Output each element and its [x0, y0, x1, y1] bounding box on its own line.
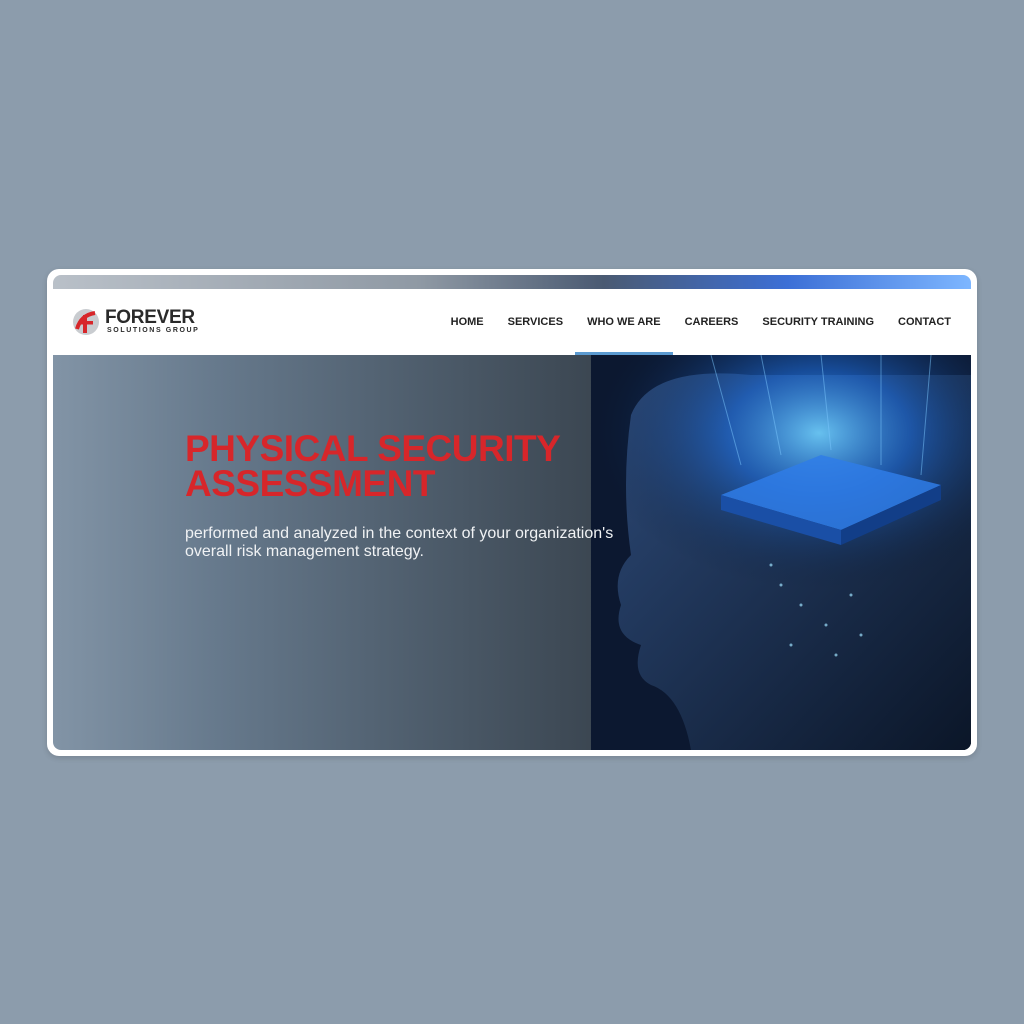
nav-item-home[interactable]: HOME [439, 289, 496, 355]
main-nav: HOME SERVICES WHO WE ARE CAREERS SECURIT… [439, 289, 963, 355]
site-header: FOREVER SOLUTIONS GROUP HOME SERVICES WH… [53, 289, 971, 355]
hero-subtitle: performed and analyzed in the context of… [185, 525, 614, 560]
digital-head-illustration [591, 355, 971, 750]
brand-name: FOREVER [105, 307, 195, 328]
logo-mark-icon [73, 309, 99, 335]
nav-item-careers[interactable]: CAREERS [673, 289, 751, 355]
hero-banner: PHYSICAL SECURITY ASSESSMENT performed a… [53, 355, 971, 750]
top-banner-strip [53, 275, 971, 289]
nav-item-who-we-are[interactable]: WHO WE ARE [575, 289, 673, 355]
browser-frame: FOREVER SOLUTIONS GROUP HOME SERVICES WH… [47, 269, 977, 756]
brand-logo[interactable]: FOREVER SOLUTIONS GROUP [71, 307, 211, 339]
brand-tagline: SOLUTIONS GROUP [107, 327, 200, 334]
hero-title: PHYSICAL SECURITY ASSESSMENT [185, 428, 560, 504]
website-screenshot: FOREVER SOLUTIONS GROUP HOME SERVICES WH… [53, 275, 971, 750]
nav-item-security-training[interactable]: SECURITY TRAINING [750, 289, 886, 355]
nav-item-services[interactable]: SERVICES [496, 289, 575, 355]
nav-item-contact[interactable]: CONTACT [886, 289, 963, 355]
